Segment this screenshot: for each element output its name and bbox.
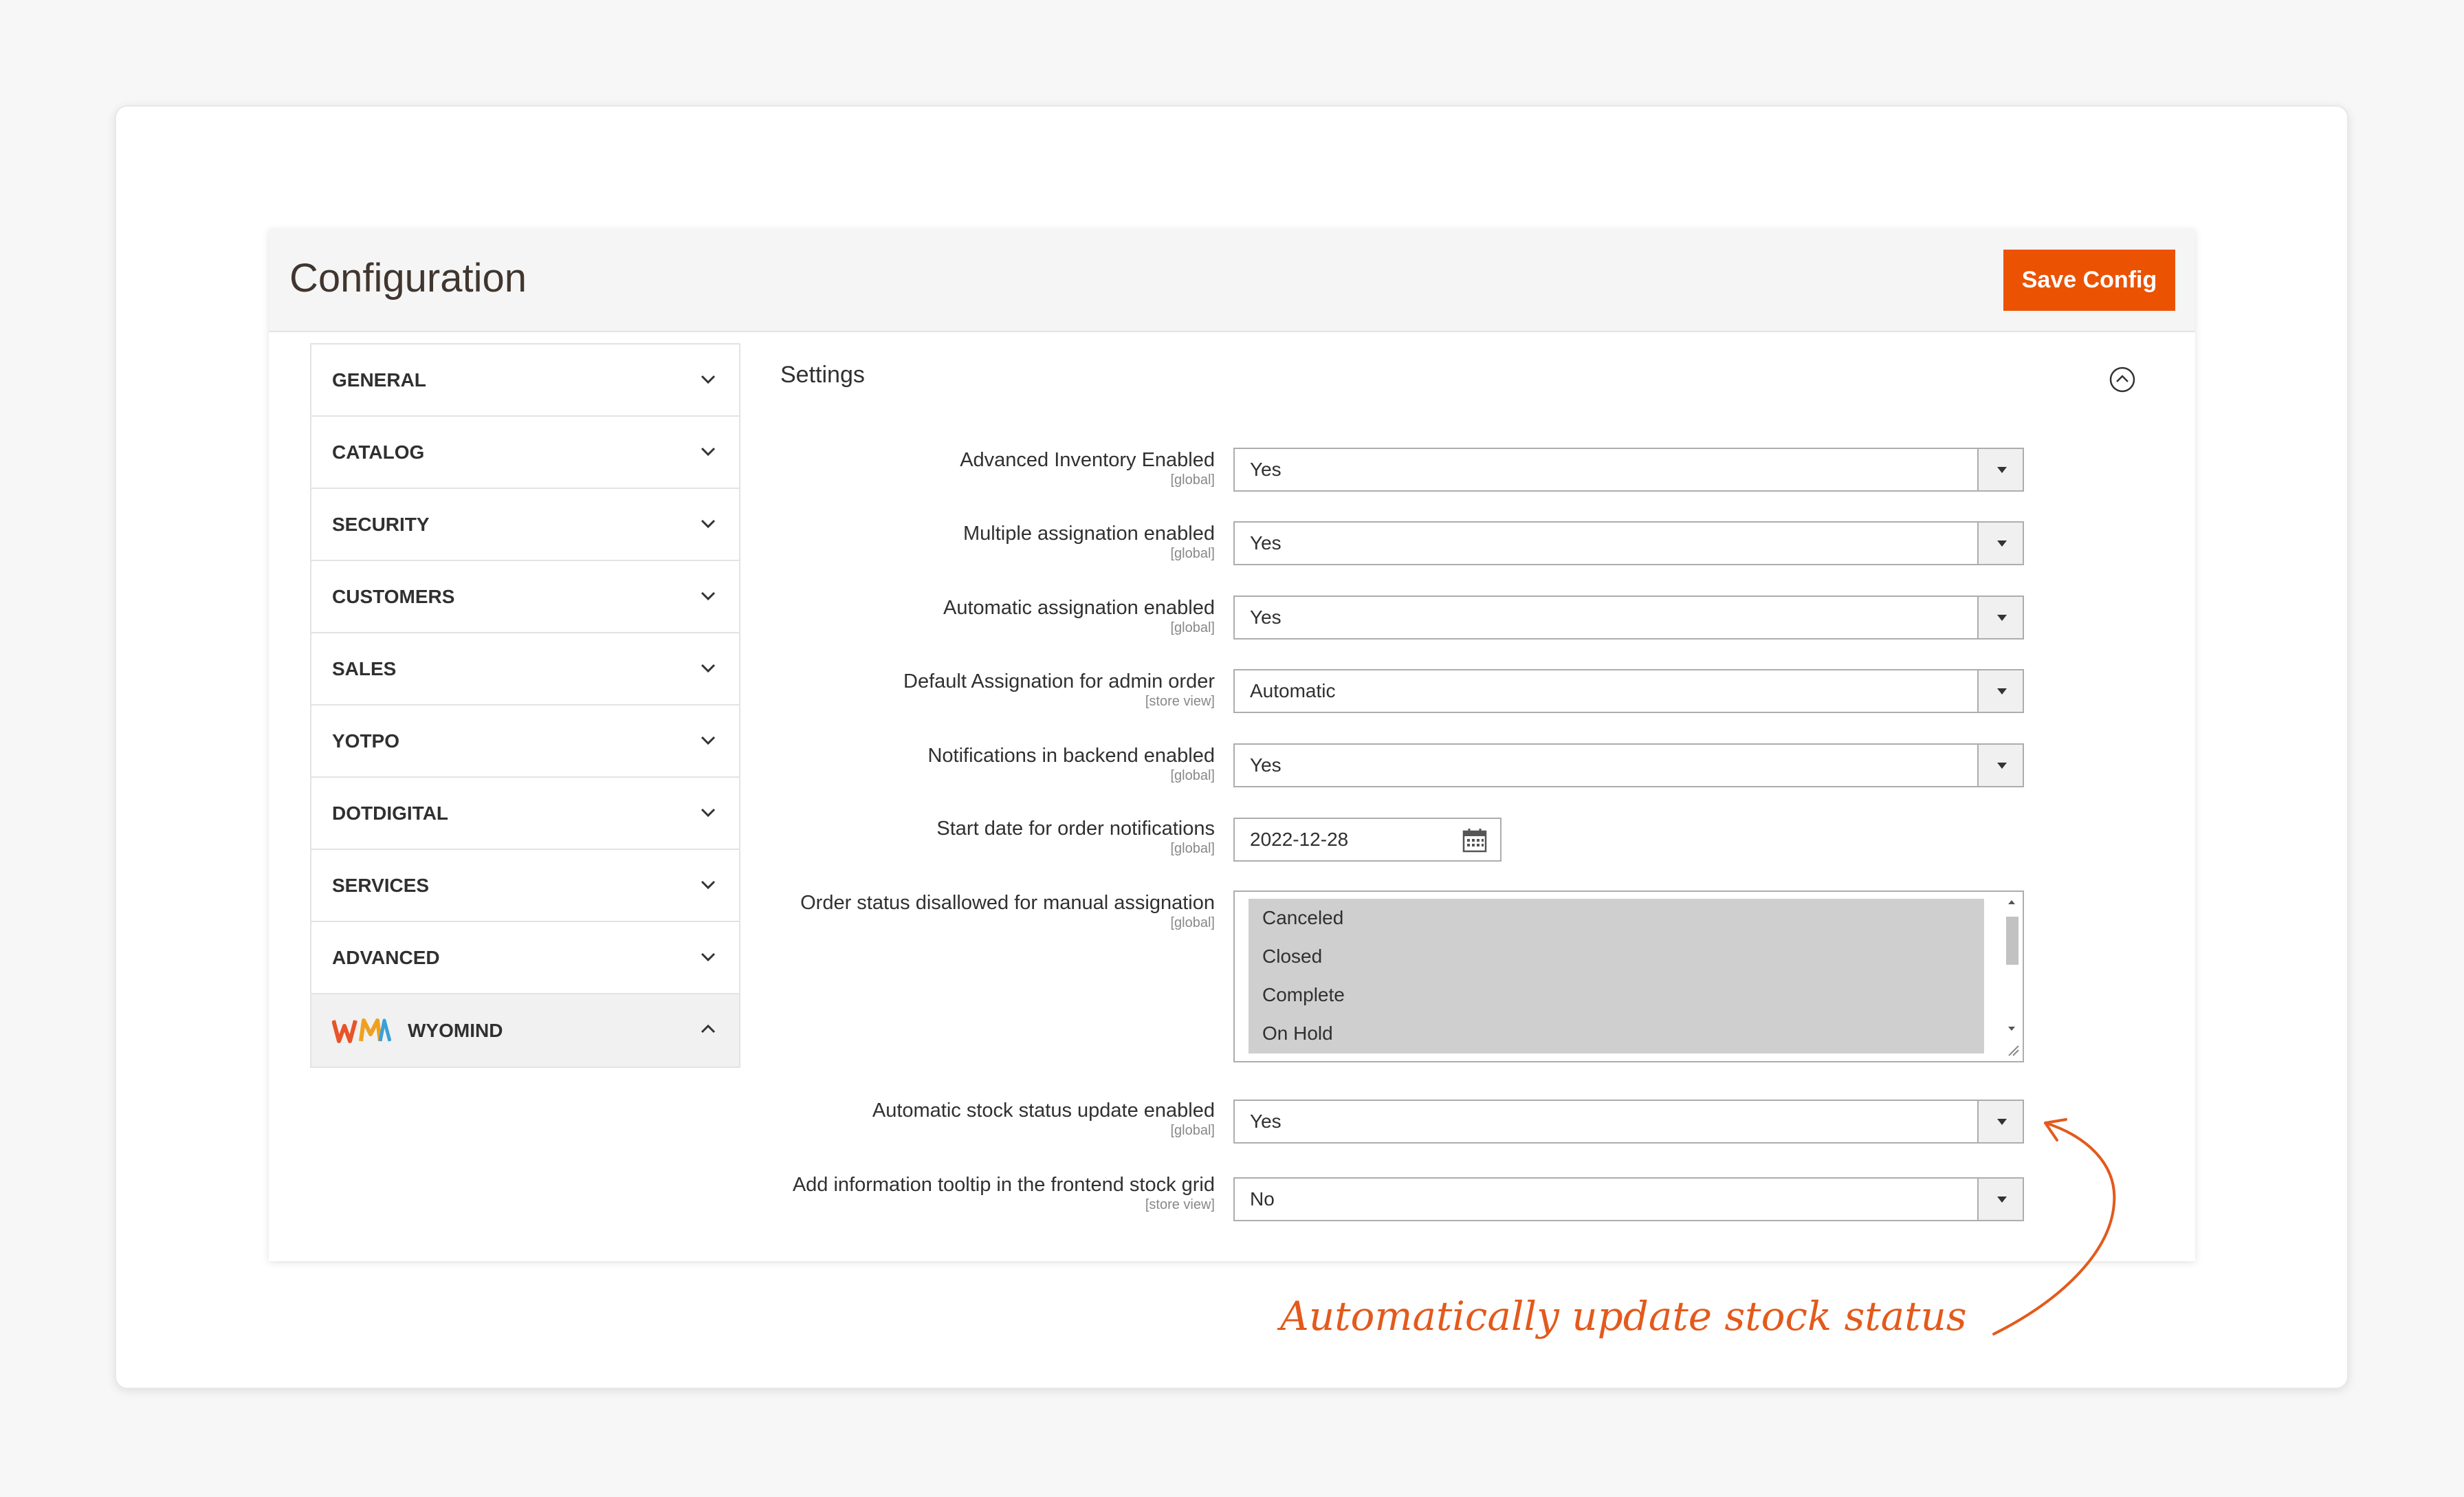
date-value: 2022-12-28 (1250, 829, 1349, 850)
select-value: Yes (1250, 532, 1282, 554)
field-label-default-assignation: Default Assignation for admin order [sto… (903, 669, 1215, 709)
chevron-down-icon (701, 447, 716, 457)
page-header: Configuration Save Config (269, 229, 2195, 332)
field-scope: [global] (1170, 768, 1216, 783)
chevron-down-icon (701, 519, 716, 529)
annotation-arrow-icon (1992, 1118, 2116, 1335)
field-label-automatic-assignation: Automatic assignation enabled [global] (943, 595, 1215, 635)
scrollbar-thumb[interactable] (2006, 917, 2018, 965)
page-title: Configuration (289, 256, 527, 301)
select-value: No (1250, 1188, 1275, 1210)
annotation-text: Automatically update stock status (1280, 1293, 1967, 1340)
chevron-down-icon (701, 808, 716, 818)
field-label-text: Automatic assignation enabled (943, 597, 1215, 619)
dropdown-arrow-icon (1977, 449, 2023, 490)
calendar-icon[interactable] (1462, 827, 1488, 853)
chevron-down-icon (701, 952, 716, 962)
order-status-multiselect[interactable]: Canceled Closed Complete On Hold (1233, 890, 2024, 1062)
advanced-inventory-select[interactable]: Yes (1233, 448, 2024, 492)
scrollbar[interactable] (2003, 895, 2020, 1058)
sidebar-item-label: GENERAL (332, 369, 426, 391)
collapse-section-icon[interactable] (2109, 366, 2136, 393)
sidebar-item-advanced[interactable]: ADVANCED (311, 922, 739, 994)
field-label-advanced-inventory: Advanced Inventory Enabled [global] (960, 448, 1215, 488)
multiselect-option[interactable]: On Hold (1248, 1014, 1984, 1053)
field-label-start-date: Start date for order notifications [glob… (936, 816, 1215, 856)
field-label-text: Add information tooltip in the frontend … (792, 1174, 1215, 1196)
sidebar-item-catalog[interactable]: CATALOG (311, 417, 739, 489)
chevron-down-icon (701, 736, 716, 745)
chevron-down-icon (701, 375, 716, 384)
multiselect-option[interactable]: Complete (1248, 976, 1984, 1014)
field-label-info-tooltip: Add information tooltip in the frontend … (782, 1172, 1215, 1212)
sidebar-item-wyomind[interactable]: WYOMIND (311, 994, 739, 1067)
field-scope: [global] (1170, 1123, 1216, 1138)
info-tooltip-select[interactable]: No (1233, 1177, 2024, 1221)
sidebar-item-services[interactable]: SERVICES (311, 850, 739, 922)
multiselect-options: Canceled Closed Complete On Hold (1248, 899, 1984, 1053)
sidebar-item-label: ADVANCED (332, 946, 440, 968)
field-label-text: Automatic stock status update enabled (872, 1100, 1215, 1122)
field-label-text: Start date for order notifications (936, 818, 1215, 840)
automatic-assignation-select[interactable]: Yes (1233, 595, 2024, 640)
field-label-text: Default Assignation for admin order (903, 670, 1215, 692)
field-label-order-status: Order status disallowed for manual assig… (800, 890, 1215, 930)
default-assignation-select[interactable]: Automatic (1233, 669, 2024, 713)
field-scope: [global] (1170, 841, 1216, 856)
field-scope: [global] (1170, 546, 1216, 561)
sidebar-item-dotdigital[interactable]: DOTDIGITAL (311, 778, 739, 850)
dropdown-arrow-icon (1977, 597, 2023, 638)
select-value: Yes (1250, 459, 1282, 480)
start-date-input[interactable]: 2022-12-28 (1233, 818, 1502, 862)
multiselect-option[interactable]: Closed (1248, 937, 1984, 976)
sidebar-item-label: DOTDIGITAL (332, 802, 449, 824)
configuration-panel: Configuration Save Config GENERAL CATALO… (269, 229, 2195, 1261)
field-scope: [global] (1170, 915, 1216, 930)
sidebar-item-customers[interactable]: CUSTOMERS (311, 561, 739, 633)
sidebar-item-label: SERVICES (332, 874, 430, 896)
chevron-up-icon (701, 1024, 716, 1034)
field-label-text: Order status disallowed for manual assig… (800, 892, 1215, 914)
field-label-notifications: Notifications in backend enabled [global… (927, 743, 1215, 783)
chevron-down-icon (701, 880, 716, 890)
sidebar-item-label: CUSTOMERS (332, 585, 455, 607)
field-label-text: Advanced Inventory Enabled (960, 449, 1215, 471)
auto-stock-status-select[interactable]: Yes (1233, 1100, 2024, 1144)
field-label-text: Notifications in backend enabled (927, 745, 1215, 767)
select-value: Yes (1250, 1111, 1282, 1132)
field-scope: [global] (1170, 472, 1216, 488)
dropdown-arrow-icon (1977, 523, 2023, 564)
sidebar-item-yotpo[interactable]: YOTPO (311, 706, 739, 778)
select-value: Yes (1250, 754, 1282, 776)
sidebar-item-label: CATALOG (332, 441, 425, 463)
save-config-button[interactable]: Save Config (2003, 250, 2175, 311)
dropdown-arrow-icon (1977, 670, 2023, 712)
sidebar-item-label: YOTPO (332, 730, 400, 752)
settings-section-title: Settings (780, 362, 865, 388)
dropdown-arrow-icon (1977, 745, 2023, 786)
multiselect-option[interactable]: Canceled (1248, 899, 1984, 937)
field-scope: [global] (1170, 620, 1216, 635)
config-sidebar: GENERAL CATALOG SECURITY CUSTOMERS SALES… (310, 343, 740, 1068)
sidebar-item-label: SECURITY (332, 513, 430, 535)
field-scope: [store view] (1145, 1197, 1215, 1212)
chevron-down-icon (701, 591, 716, 601)
sidebar-item-label: SALES (332, 657, 397, 679)
sidebar-item-general[interactable]: GENERAL (311, 345, 739, 417)
chevron-down-icon (701, 664, 716, 673)
field-label-auto-stock-status: Automatic stock status update enabled [g… (872, 1098, 1215, 1138)
field-label-multiple-assignation: Multiple assignation enabled [global] (963, 521, 1215, 561)
multiple-assignation-select[interactable]: Yes (1233, 521, 2024, 565)
sidebar-item-label: WYOMIND (408, 1019, 503, 1041)
select-value: Yes (1250, 607, 1282, 628)
sidebar-item-security[interactable]: SECURITY (311, 489, 739, 561)
select-value: Automatic (1250, 680, 1336, 701)
sidebar-item-sales[interactable]: SALES (311, 633, 739, 706)
field-scope: [store view] (1145, 694, 1215, 709)
field-label-text: Multiple assignation enabled (963, 523, 1215, 545)
wyomind-logo-icon (332, 1018, 391, 1044)
notifications-select[interactable]: Yes (1233, 743, 2024, 787)
